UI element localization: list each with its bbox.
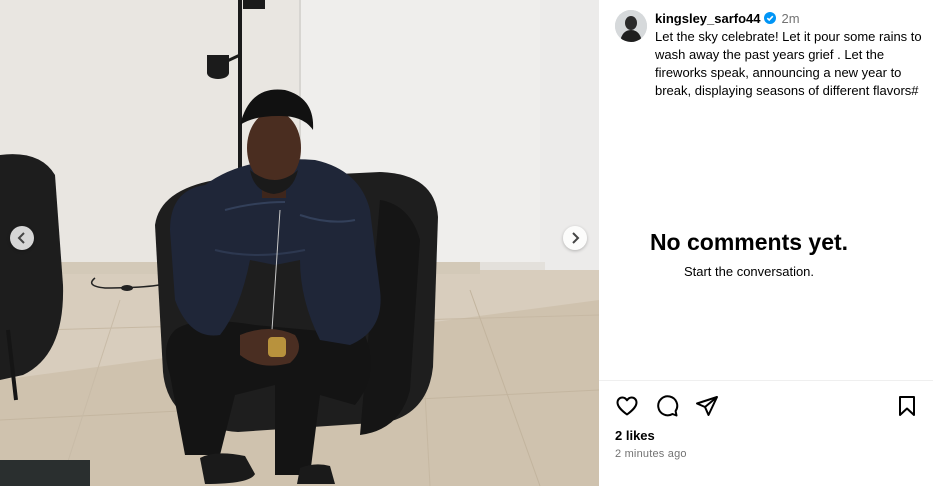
empty-comments-title: No comments yet. [649, 229, 849, 255]
avatar[interactable] [615, 10, 647, 42]
likes-count[interactable]: 2 likes [615, 428, 655, 443]
action-bar [615, 394, 915, 418]
caption: kingsley_sarfo44 2m Let the sky celebrate… [655, 10, 930, 100]
chevron-left-icon [17, 232, 25, 244]
caption-text: Let the sky celebrate! Let it pour some … [655, 29, 922, 98]
share-button[interactable] [695, 394, 719, 418]
share-icon [696, 396, 718, 416]
bookmark-icon [899, 396, 915, 416]
time-ago: 2m [781, 11, 800, 26]
empty-comments: No comments yet. Start the conversation. [599, 228, 899, 279]
username-link[interactable]: kingsley_sarfo44 [655, 11, 761, 26]
verified-badge-icon [763, 12, 776, 24]
post-details-panel: kingsley_sarfo44 2m Let the sky celebrate… [599, 0, 933, 486]
photo-scene [0, 0, 599, 486]
divider [599, 380, 933, 381]
post-timestamp[interactable]: 2 minutes ago [615, 448, 687, 460]
post-image[interactable] [0, 0, 599, 486]
comment-icon [657, 395, 679, 417]
carousel-next-button[interactable] [563, 226, 587, 250]
chevron-right-icon [572, 232, 580, 244]
carousel-prev-button[interactable] [10, 226, 34, 250]
like-button[interactable] [615, 394, 639, 418]
heart-icon [616, 396, 638, 416]
empty-comments-subtitle: Start the conversation. [683, 264, 815, 279]
save-button[interactable] [895, 394, 919, 418]
comment-button[interactable] [655, 394, 679, 418]
